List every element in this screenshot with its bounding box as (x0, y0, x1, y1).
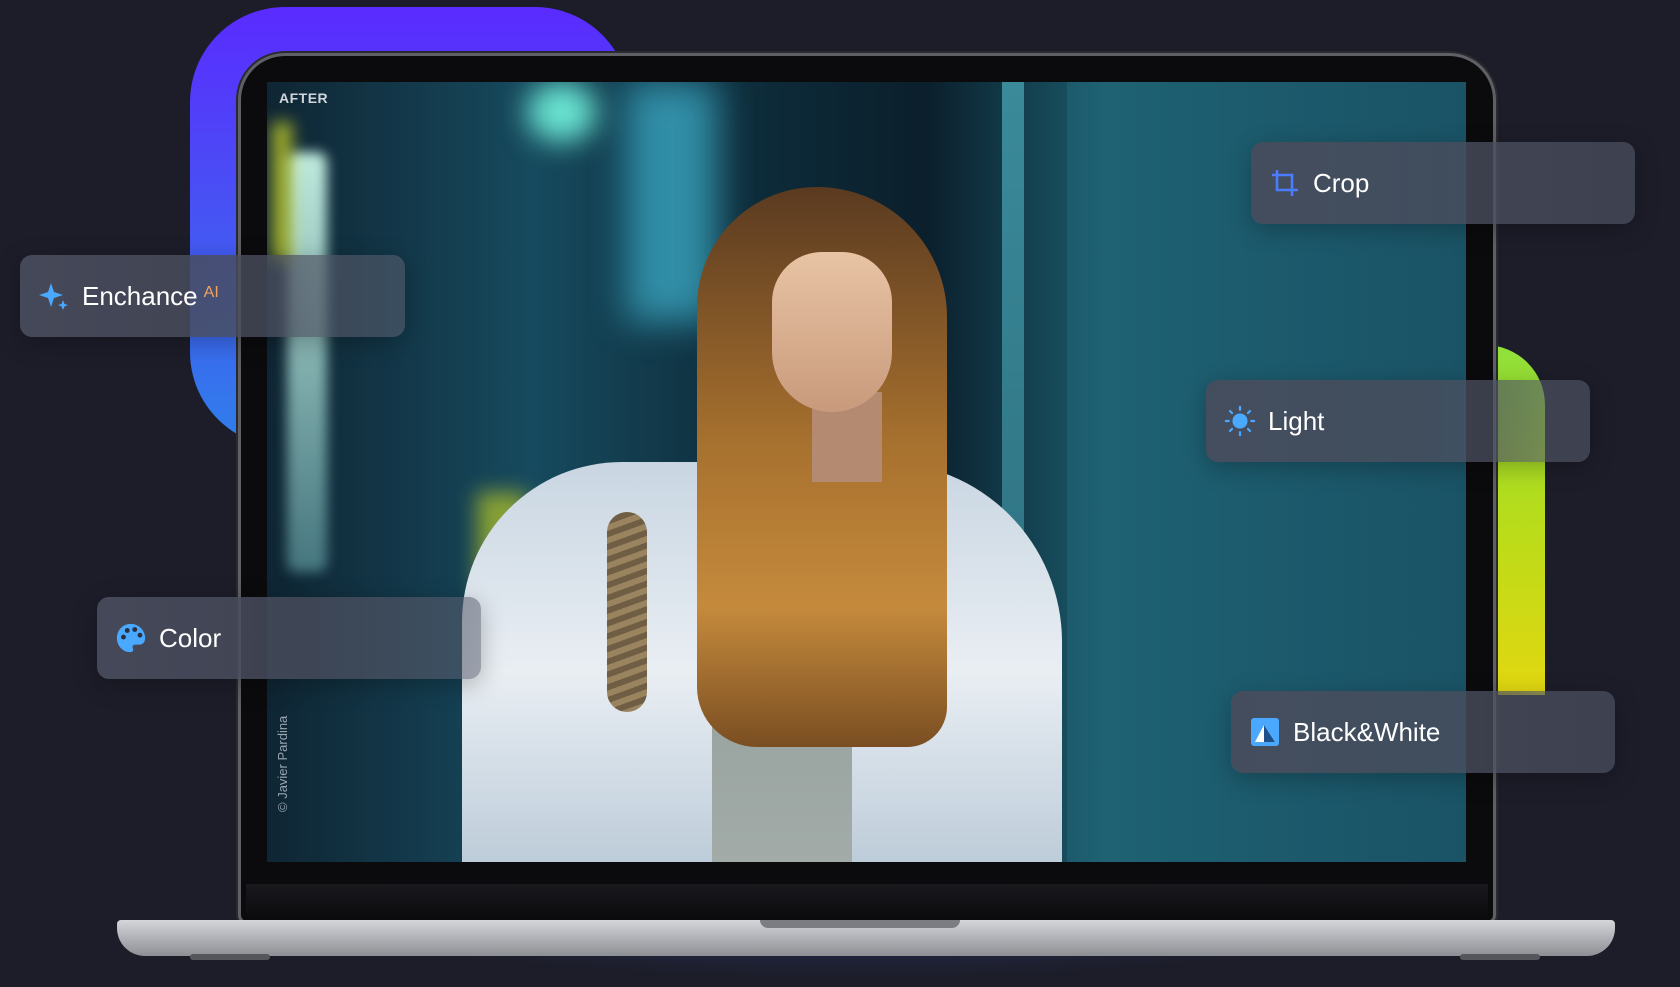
color-label: Color (159, 622, 222, 653)
color-button[interactable]: Color (97, 597, 481, 679)
laptop-bezel-bottom (246, 884, 1488, 916)
photo-credit: © Javier Pardina (275, 715, 290, 812)
light-button[interactable]: Light (1206, 380, 1590, 462)
black-white-label: Black&White (1293, 716, 1441, 747)
crop-button[interactable]: Crop (1251, 142, 1635, 224)
light-label: Light (1268, 405, 1325, 436)
sun-icon (1224, 405, 1256, 437)
crop-label: Crop (1313, 167, 1370, 198)
crop-icon (1269, 167, 1301, 199)
person-face (772, 252, 892, 412)
after-badge: AFTER (279, 90, 329, 106)
black-white-button[interactable]: Black&White (1231, 691, 1615, 773)
enhance-ai-button[interactable]: Enchance AI (20, 255, 405, 337)
laptop-notch (760, 920, 960, 928)
sparkle-icon (38, 280, 70, 312)
black-white-icon (1249, 716, 1281, 748)
enhance-label: Enchance (82, 280, 198, 311)
ai-tag: AI (203, 284, 219, 301)
palette-icon (115, 622, 147, 654)
